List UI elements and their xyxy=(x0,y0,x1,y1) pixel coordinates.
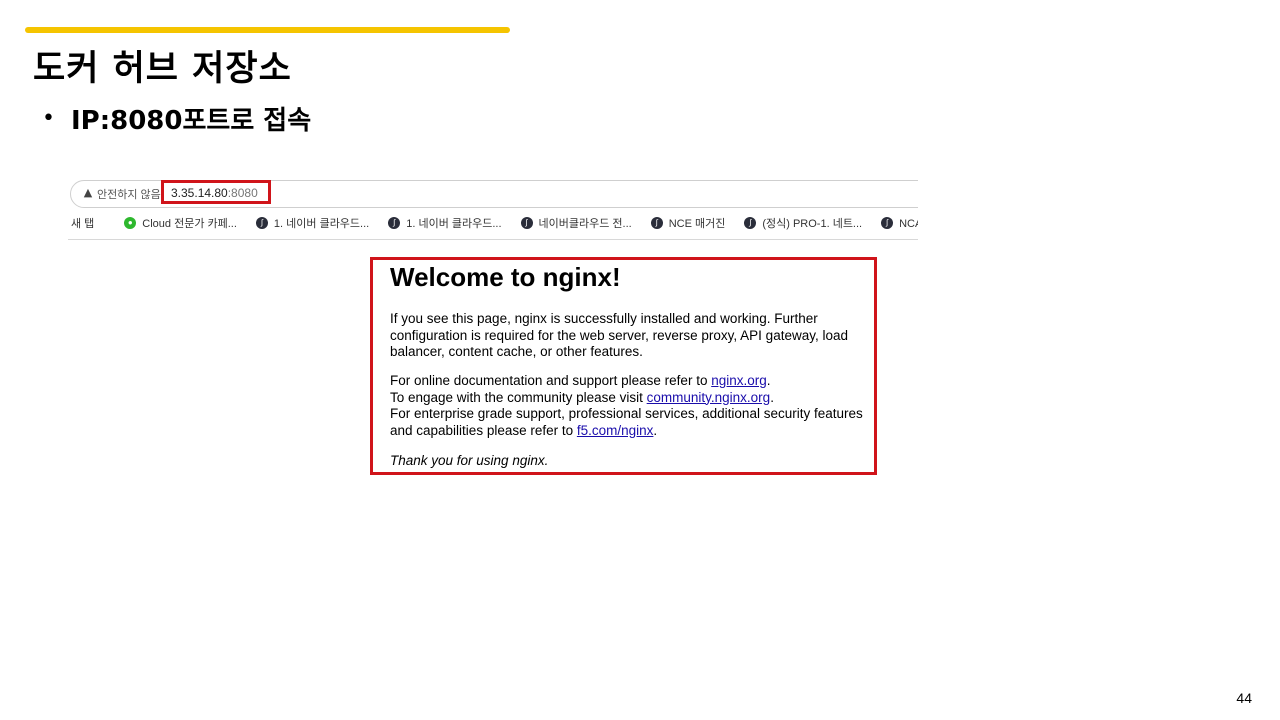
feather-icon: ∫ xyxy=(650,217,663,229)
bookmarks-bar: 새 탭 ● Cloud 전문가 카페... ∫ 1. 네이버 클라우드... ∫ 1.… xyxy=(68,212,918,234)
accent-bar xyxy=(25,27,510,33)
bookmark-label: NCA 매거진 xyxy=(899,218,918,230)
url-highlight-box xyxy=(161,180,271,204)
bullet-item: • IP:8080포트로 접속 xyxy=(42,100,311,137)
insecure-label: 안전하지 않음 xyxy=(97,189,161,201)
nginx-text: . xyxy=(653,422,658,438)
nginx-thanks: Thank you for using nginx. xyxy=(390,453,549,468)
bookmark-label: (정식) PRO-1. 네트... xyxy=(762,218,863,230)
bookmark-item[interactable]: ∫ 1. 네이버 클라우드... xyxy=(388,215,502,231)
bookmark-label: 1. 네이버 클라우드... xyxy=(406,218,502,230)
nginx-text: To engage with the community please visi… xyxy=(390,389,647,405)
nginx-paragraph-1: If you see this page, nginx is successfu… xyxy=(390,311,848,359)
nginx-text: . xyxy=(766,373,771,388)
divider xyxy=(68,239,918,240)
bookmark-label: 1. 네이버 클라우드... xyxy=(273,218,370,230)
bookmark-label: Cloud 전문가 카페... xyxy=(142,218,237,230)
warning-triangle-icon: ▲ xyxy=(83,186,93,199)
leaf-icon: ● xyxy=(124,217,137,229)
feather-icon: ∫ xyxy=(520,217,533,229)
bookmark-item[interactable]: ∫ 1. 네이버 클라우드... xyxy=(255,215,370,231)
nginx-org-link[interactable]: nginx.org xyxy=(711,373,767,388)
bullet-marker: • xyxy=(42,106,55,131)
bookmark-new-tab[interactable]: 새 탭 xyxy=(71,215,94,231)
nginx-paragraph-2: For online documentation and support ple… xyxy=(390,373,870,439)
f5-link[interactable]: f5.com/nginx xyxy=(577,423,654,438)
nginx-title: Welcome to nginx! xyxy=(390,262,621,292)
community-link[interactable]: community.nginx.org xyxy=(647,390,771,405)
feather-icon: ∫ xyxy=(388,217,401,229)
bookmark-item[interactable]: ∫ (정식) PRO-1. 네트... xyxy=(744,215,862,231)
nginx-text: For online documentation and support ple… xyxy=(390,373,712,388)
nginx-text: . xyxy=(770,389,774,405)
slide-title: 도커 허브 저장소 xyxy=(33,49,292,89)
page-number: 44 xyxy=(1236,690,1252,706)
bookmark-label: 네이버클라우드 전... xyxy=(538,218,632,230)
bookmark-item[interactable]: ∫ 네이버클라우드 전... xyxy=(520,215,632,231)
feather-icon: ∫ xyxy=(881,217,894,229)
bookmark-item[interactable]: ● Cloud 전문가 카페... xyxy=(124,215,237,231)
bookmark-item[interactable]: ∫ NCA 매거진 xyxy=(881,215,918,231)
nginx-welcome-page: Welcome to nginx! If you see this page, … xyxy=(370,257,877,475)
bullet-text: IP:8080포트로 접속 xyxy=(70,106,312,136)
feather-icon: ∫ xyxy=(744,217,757,229)
bookmark-label: NCE 매거진 xyxy=(668,218,726,230)
bookmark-label: 새 탭 xyxy=(71,218,95,230)
feather-icon: ∫ xyxy=(255,217,268,229)
bookmark-item[interactable]: ∫ NCE 매거진 xyxy=(650,215,726,231)
